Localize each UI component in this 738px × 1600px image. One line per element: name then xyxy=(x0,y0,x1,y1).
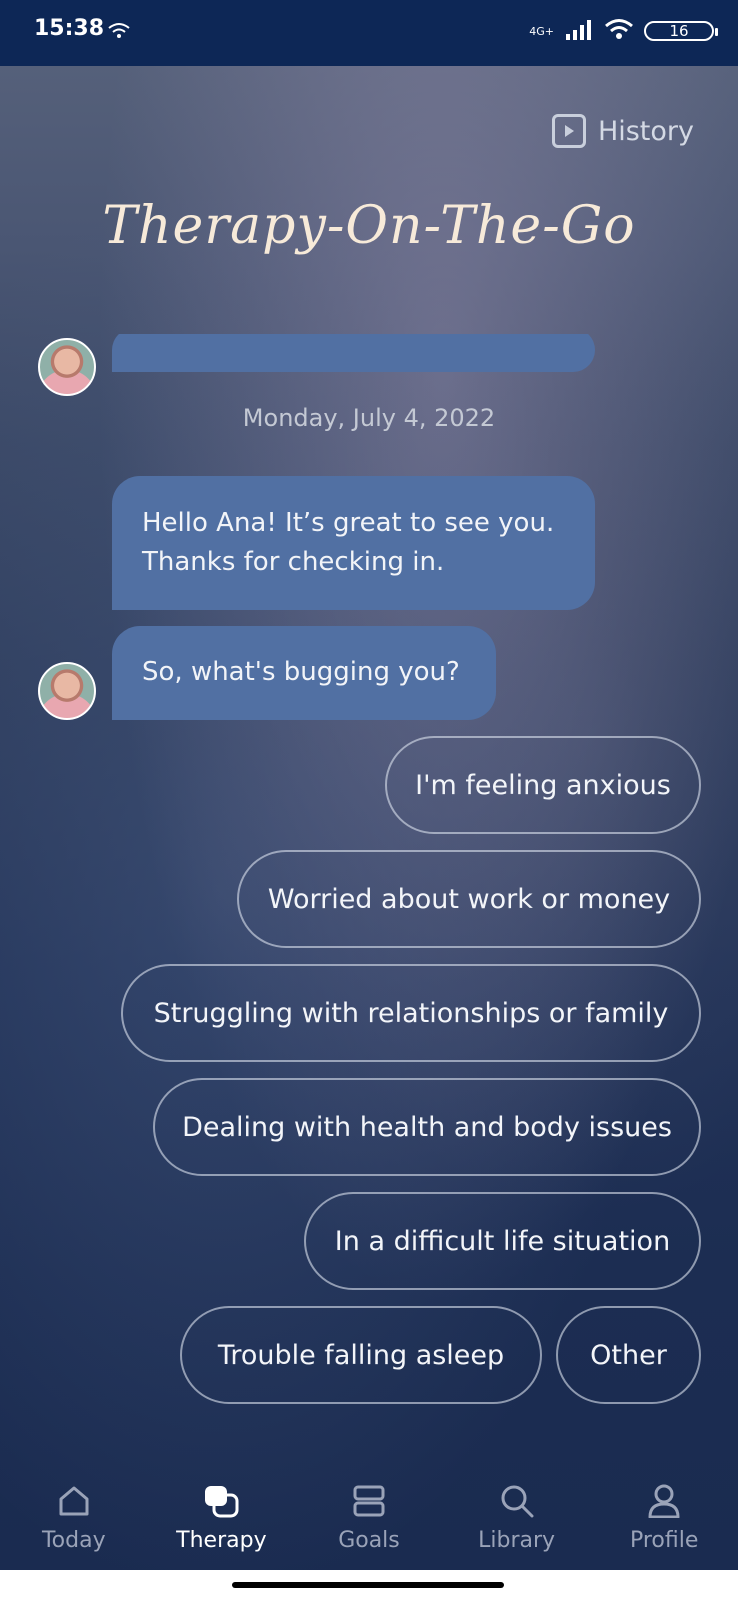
app-title: Therapy-On-The-Go xyxy=(102,196,636,256)
home-indicator[interactable] xyxy=(232,1582,504,1588)
therapy-screen: History Therapy-On-The-Go Monday, July 4… xyxy=(0,66,738,1570)
nav-label: Library xyxy=(478,1528,556,1553)
reply-option[interactable]: Dealing with health and body issues xyxy=(153,1078,701,1176)
bottom-nav: Today Therapy Goals Library Profile xyxy=(0,1458,738,1570)
message-text: Hello Ana! It’s great to see you. Thanks… xyxy=(142,508,555,577)
person-icon xyxy=(647,1484,681,1522)
message-text: So, what's bugging you? xyxy=(142,657,460,687)
status-bar: 15:38 4G+ 16 xyxy=(0,0,738,66)
nav-goals[interactable]: Goals xyxy=(295,1458,443,1570)
wifi-small-icon xyxy=(108,22,130,44)
nav-label: Therapy xyxy=(176,1528,267,1553)
home-icon xyxy=(57,1484,91,1522)
history-label: History xyxy=(597,115,694,147)
therapist-avatar xyxy=(38,338,96,396)
nav-therapy[interactable]: Therapy xyxy=(148,1458,296,1570)
message-bubble: Hello Ana! It’s great to see you. Thanks… xyxy=(112,476,595,610)
nav-label: Today xyxy=(41,1528,106,1553)
status-time: 15:38 xyxy=(34,16,105,41)
goals-icon xyxy=(352,1484,386,1522)
reply-option[interactable]: I'm feeling anxious xyxy=(385,736,701,834)
therapist-avatar xyxy=(38,662,96,720)
reply-option[interactable]: Trouble falling asleep xyxy=(180,1306,542,1404)
search-icon xyxy=(500,1484,534,1522)
nav-today[interactable]: Today xyxy=(0,1458,148,1570)
battery-icon: 16 xyxy=(644,21,718,41)
nav-label: Profile xyxy=(629,1528,699,1553)
reply-option[interactable]: In a difficult life situation xyxy=(304,1192,701,1290)
network-label: 4G+ xyxy=(529,24,554,38)
nav-profile[interactable]: Profile xyxy=(590,1458,738,1570)
reply-option[interactable]: Struggling with relationships or family xyxy=(121,964,701,1062)
chat-thread[interactable]: Monday, July 4, 2022 Hello Ana! It’s gre… xyxy=(0,334,738,1534)
date-separator: Monday, July 4, 2022 xyxy=(242,404,496,432)
nav-label: Goals xyxy=(338,1528,400,1553)
status-icons: 4G+ 16 xyxy=(529,18,718,44)
reply-option[interactable]: Other xyxy=(556,1306,701,1404)
nav-library[interactable]: Library xyxy=(443,1458,591,1570)
history-button[interactable]: History xyxy=(551,114,694,148)
previous-message-bubble xyxy=(112,334,595,372)
chat-icon xyxy=(203,1484,239,1522)
wifi-icon xyxy=(604,18,634,44)
signal-icon xyxy=(564,18,594,44)
play-icon xyxy=(551,114,586,148)
message-bubble: So, what's bugging you? xyxy=(112,626,496,720)
reply-option[interactable]: Worried about work or money xyxy=(237,850,701,948)
